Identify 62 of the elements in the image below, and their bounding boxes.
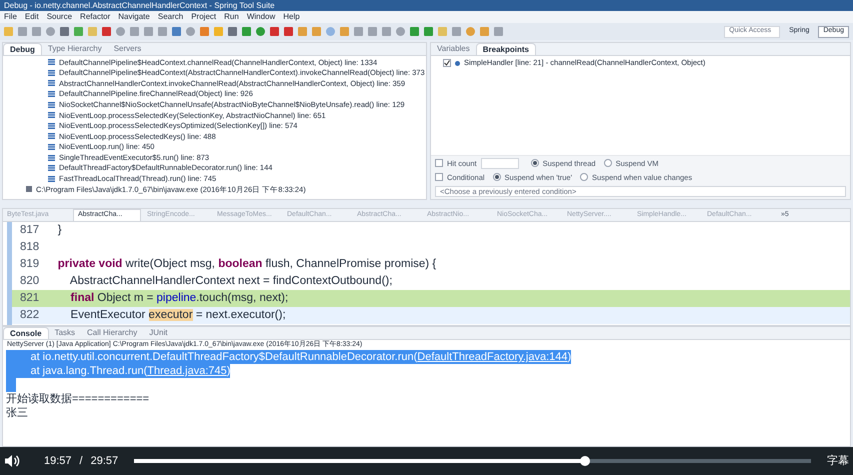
line-number: 819 (19, 256, 40, 272)
stack-frame-icon (48, 154, 55, 161)
process-icon (26, 186, 32, 192)
stack-frame-icon (48, 165, 55, 172)
stack-frame-icon (48, 176, 55, 182)
view-tab[interactable]: Console (3, 327, 49, 339)
stack-frame-icon (48, 70, 55, 76)
duration: 29:57 (90, 454, 118, 469)
stack-frame-icon (48, 112, 55, 118)
code-text: } (56, 222, 62, 238)
progress-thumb[interactable] (580, 456, 590, 466)
line-number: 821 (19, 290, 40, 306)
view-tab[interactable]: Breakpoints (476, 43, 536, 55)
view-tab[interactable]: Call Hierarchy (81, 327, 144, 339)
menu-item[interactable]: Search (158, 13, 184, 21)
volume-icon[interactable] (4, 454, 20, 468)
menu-item[interactable]: Help (283, 13, 300, 21)
line-number: 818 (19, 240, 40, 255)
code-text: EventExecutor executor = next.executor(); (70, 308, 286, 323)
stack-frame-icon (48, 122, 55, 129)
radio-button[interactable] (530, 159, 539, 168)
current-time: 19:57 (44, 454, 72, 469)
radio-button[interactable] (604, 159, 612, 168)
radio-button[interactable] (492, 173, 501, 182)
menu-item[interactable]: Source (46, 13, 72, 21)
menu-item[interactable]: Run (224, 13, 239, 21)
stack-frame-icon (48, 144, 55, 150)
view-tab[interactable]: Tasks (48, 327, 82, 339)
menu-item[interactable]: Refactor (80, 13, 110, 21)
window-title: Debug - io.netty.channel.AbstractChannelHandlerContext - Spring Tool Suite (4, 2, 275, 10)
line-number: 822 (19, 308, 40, 323)
console-line: 张三 (6, 406, 28, 420)
line-number: 820 (19, 274, 40, 289)
view-tab[interactable]: Variables (431, 43, 476, 55)
view-tab[interactable]: Type Hierarchy (42, 43, 108, 55)
code-text: private void write(Object msg, boolean flush, ChannelPromise promise) { (56, 256, 436, 272)
code-text: AbstractChannelHandlerContext next = findContextOutbound(); (68, 274, 392, 289)
menu-item[interactable]: Edit (24, 13, 39, 21)
hit-count-field[interactable] (480, 158, 519, 169)
time-separator: / (80, 454, 83, 469)
menu-item[interactable]: File (4, 13, 17, 21)
view-tab[interactable]: JUnit (143, 327, 174, 339)
radio-button[interactable] (580, 173, 588, 182)
view-tab[interactable]: Debug (3, 43, 42, 55)
code-text: final Object m = pipeline.touch(msg, next); (70, 290, 288, 306)
menu-item[interactable]: Window (246, 13, 276, 21)
checkbox[interactable] (435, 159, 443, 168)
view-tab[interactable]: Servers (108, 43, 148, 55)
stack-frame-icon (48, 80, 55, 86)
line-number: 817 (19, 222, 40, 238)
breakpoint-icon (455, 60, 460, 66)
progress-track[interactable] (134, 459, 811, 463)
stack-frame-icon (48, 102, 55, 108)
subtitles-button[interactable]: 字幕 (827, 452, 849, 470)
stack-frame-icon (48, 59, 55, 66)
stack-frame-icon (48, 133, 55, 140)
menu-item[interactable]: Navigate (118, 13, 150, 21)
stack-frame-icon (48, 91, 55, 98)
checkbox[interactable] (443, 59, 451, 67)
menu-item[interactable]: Project (191, 13, 216, 21)
console-line: 开始读取数据============ (6, 392, 150, 406)
checkbox[interactable] (435, 173, 443, 182)
